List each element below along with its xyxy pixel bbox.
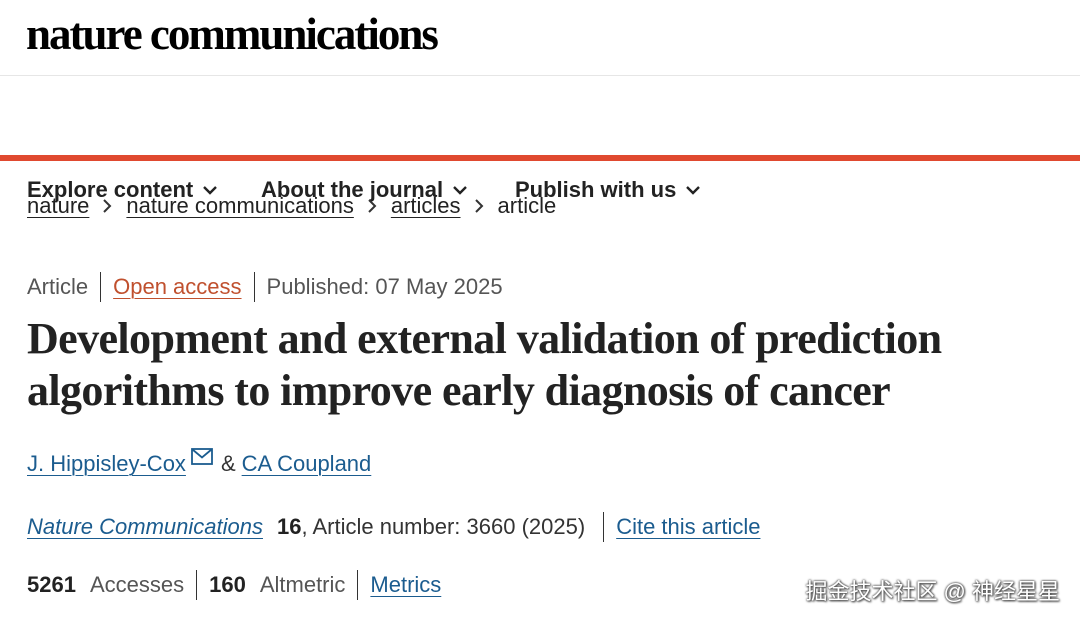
author-list: J. Hippisley-Cox & CA Coupland xyxy=(27,448,371,477)
site-logo[interactable]: nature communications xyxy=(26,8,439,60)
chevron-right-icon xyxy=(368,199,377,213)
article-number: , Article number: 3660 (2025) xyxy=(301,514,586,539)
article-meta: Article Open access Published: 07 May 20… xyxy=(27,272,503,302)
breadcrumb: nature nature communications articles ar… xyxy=(27,193,556,219)
divider xyxy=(100,272,102,302)
author-link-hippisley-cox[interactable]: J. Hippisley-Cox xyxy=(27,451,186,477)
main-nav: Explore content About the journal Publis… xyxy=(0,76,1080,202)
journal-link[interactable]: Nature Communications xyxy=(27,514,263,540)
mail-icon[interactable] xyxy=(191,448,213,465)
divider xyxy=(196,570,198,600)
accesses-count: 5261 xyxy=(27,572,76,597)
article-type: Article xyxy=(27,274,89,299)
published-date: Published: 07 May 2025 xyxy=(266,274,503,299)
divider xyxy=(253,272,255,302)
author-separator: & xyxy=(220,451,236,476)
chevron-down-icon xyxy=(686,185,701,195)
metrics-bar: 5261 Accesses 160 Altmetric Metrics xyxy=(27,570,441,600)
divider xyxy=(357,570,359,600)
site-header: nature communications xyxy=(0,0,1080,76)
cite-this-article-link[interactable]: Cite this article xyxy=(616,514,760,540)
metrics-link[interactable]: Metrics xyxy=(370,572,441,598)
watermark-text: 掘金技术社区 @ 神经星星 xyxy=(805,579,1060,604)
breadcrumb-current: article xyxy=(497,193,557,218)
breadcrumb-link-articles[interactable]: articles xyxy=(391,193,461,219)
open-access-link[interactable]: Open access xyxy=(113,274,241,300)
divider xyxy=(603,512,605,542)
article-title: Development and external validation of p… xyxy=(27,314,942,415)
nav-accent-rule xyxy=(0,155,1080,161)
accesses-label: Accesses xyxy=(89,572,185,597)
volume-number: 16 xyxy=(276,514,302,539)
author-link-coupland[interactable]: CA Coupland xyxy=(242,451,372,477)
altmetric-score: 160 xyxy=(209,572,246,597)
chevron-right-icon xyxy=(103,199,112,213)
altmetric-label: Altmetric xyxy=(259,572,346,597)
chevron-right-icon xyxy=(474,199,484,213)
citation-line: Nature Communications 16 , Article numbe… xyxy=(27,512,760,542)
breadcrumb-link-nature[interactable]: nature xyxy=(27,193,89,219)
breadcrumb-link-nature-communications[interactable]: nature communications xyxy=(126,193,353,219)
